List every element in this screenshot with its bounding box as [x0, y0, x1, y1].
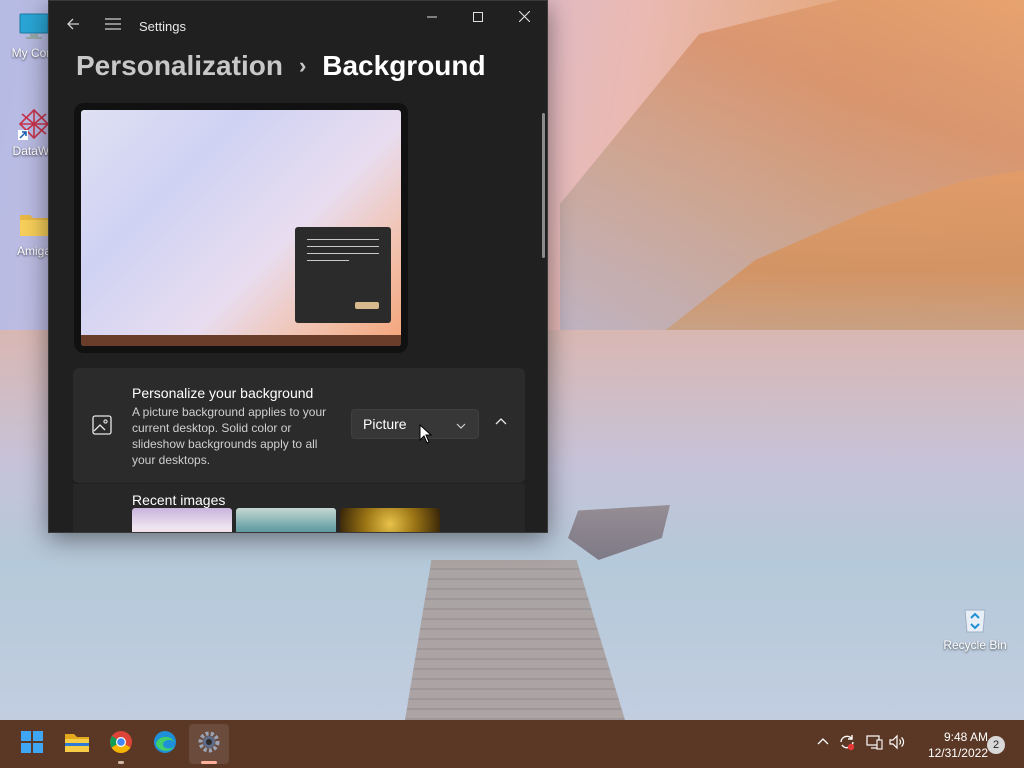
preview-sample-window [295, 227, 391, 323]
collapse-section-button[interactable] [489, 412, 513, 436]
preview-wallpaper [81, 110, 401, 346]
recent-image-thumbnail[interactable] [236, 508, 336, 532]
maximize-icon [473, 9, 483, 27]
speaker-icon [888, 733, 906, 756]
dropdown-selected-value: Picture [363, 416, 407, 432]
recycle-bin-icon [959, 602, 991, 634]
background-type-dropdown[interactable]: Picture [351, 409, 479, 439]
network-button[interactable] [864, 734, 884, 754]
background-card-title: Personalize your background [132, 385, 314, 401]
maximize-button[interactable] [455, 1, 501, 35]
taskbar: 9:48 AM 12/31/2022 2 [0, 720, 1024, 768]
volume-button[interactable] [887, 734, 907, 754]
page-title: Background [322, 50, 486, 81]
sync-error-icon [838, 733, 856, 756]
datawa-app-icon [18, 108, 50, 140]
folder-icon [18, 208, 50, 240]
recent-images-title: Recent images [132, 492, 226, 508]
window-title: Settings [139, 18, 186, 34]
system-tray: 9:48 AM 12/31/2022 2 [0, 720, 1024, 768]
desktop-icon-label: Recycle Bin [943, 638, 1007, 652]
recent-image-thumbnail[interactable] [132, 508, 232, 532]
scrollbar[interactable] [542, 113, 545, 258]
preview-taskbar [81, 335, 401, 346]
desktop-icon-recycle-bin[interactable]: Recycle Bin [939, 602, 1011, 652]
personalize-background-card: Personalize your background A picture ba… [73, 368, 525, 483]
desktop-preview [74, 103, 408, 353]
mouse-cursor-icon [419, 423, 433, 444]
chevron-up-icon [817, 735, 829, 753]
clock-time: 9:48 AM [943, 730, 988, 744]
recent-image-thumbnail[interactable] [340, 508, 440, 532]
breadcrumb: Personalization › Background [76, 50, 486, 82]
navigation-menu-button[interactable] [93, 6, 133, 46]
title-bar: Settings [49, 1, 547, 51]
clock-button[interactable]: 9:48 AM 12/31/2022 [916, 729, 988, 761]
picture-icon [91, 414, 113, 436]
network-icon [865, 733, 883, 756]
close-icon [518, 9, 530, 27]
recent-images-section: Recent images [73, 484, 525, 532]
minimize-icon [427, 9, 437, 27]
clock-date: 12/31/2022 [927, 746, 988, 760]
settings-window: Settings Personalization › Background Pe… [48, 0, 548, 533]
close-button[interactable] [501, 1, 547, 35]
breadcrumb-personalization-link[interactable]: Personalization [76, 50, 283, 82]
sync-status-button[interactable] [837, 734, 857, 754]
monitor-icon [18, 10, 50, 42]
breadcrumb-separator: › [298, 53, 307, 78]
background-card-description: A picture background applies to your cur… [132, 405, 327, 467]
back-arrow-icon [66, 17, 80, 36]
notification-count-badge[interactable]: 2 [987, 736, 1005, 754]
show-hidden-icons-button[interactable] [813, 734, 833, 754]
hamburger-menu-icon [105, 17, 121, 35]
chevron-down-icon [456, 418, 466, 434]
chevron-up-icon [495, 415, 507, 433]
back-button[interactable] [53, 6, 93, 46]
minimize-button[interactable] [409, 1, 455, 35]
window-controls [409, 1, 547, 35]
